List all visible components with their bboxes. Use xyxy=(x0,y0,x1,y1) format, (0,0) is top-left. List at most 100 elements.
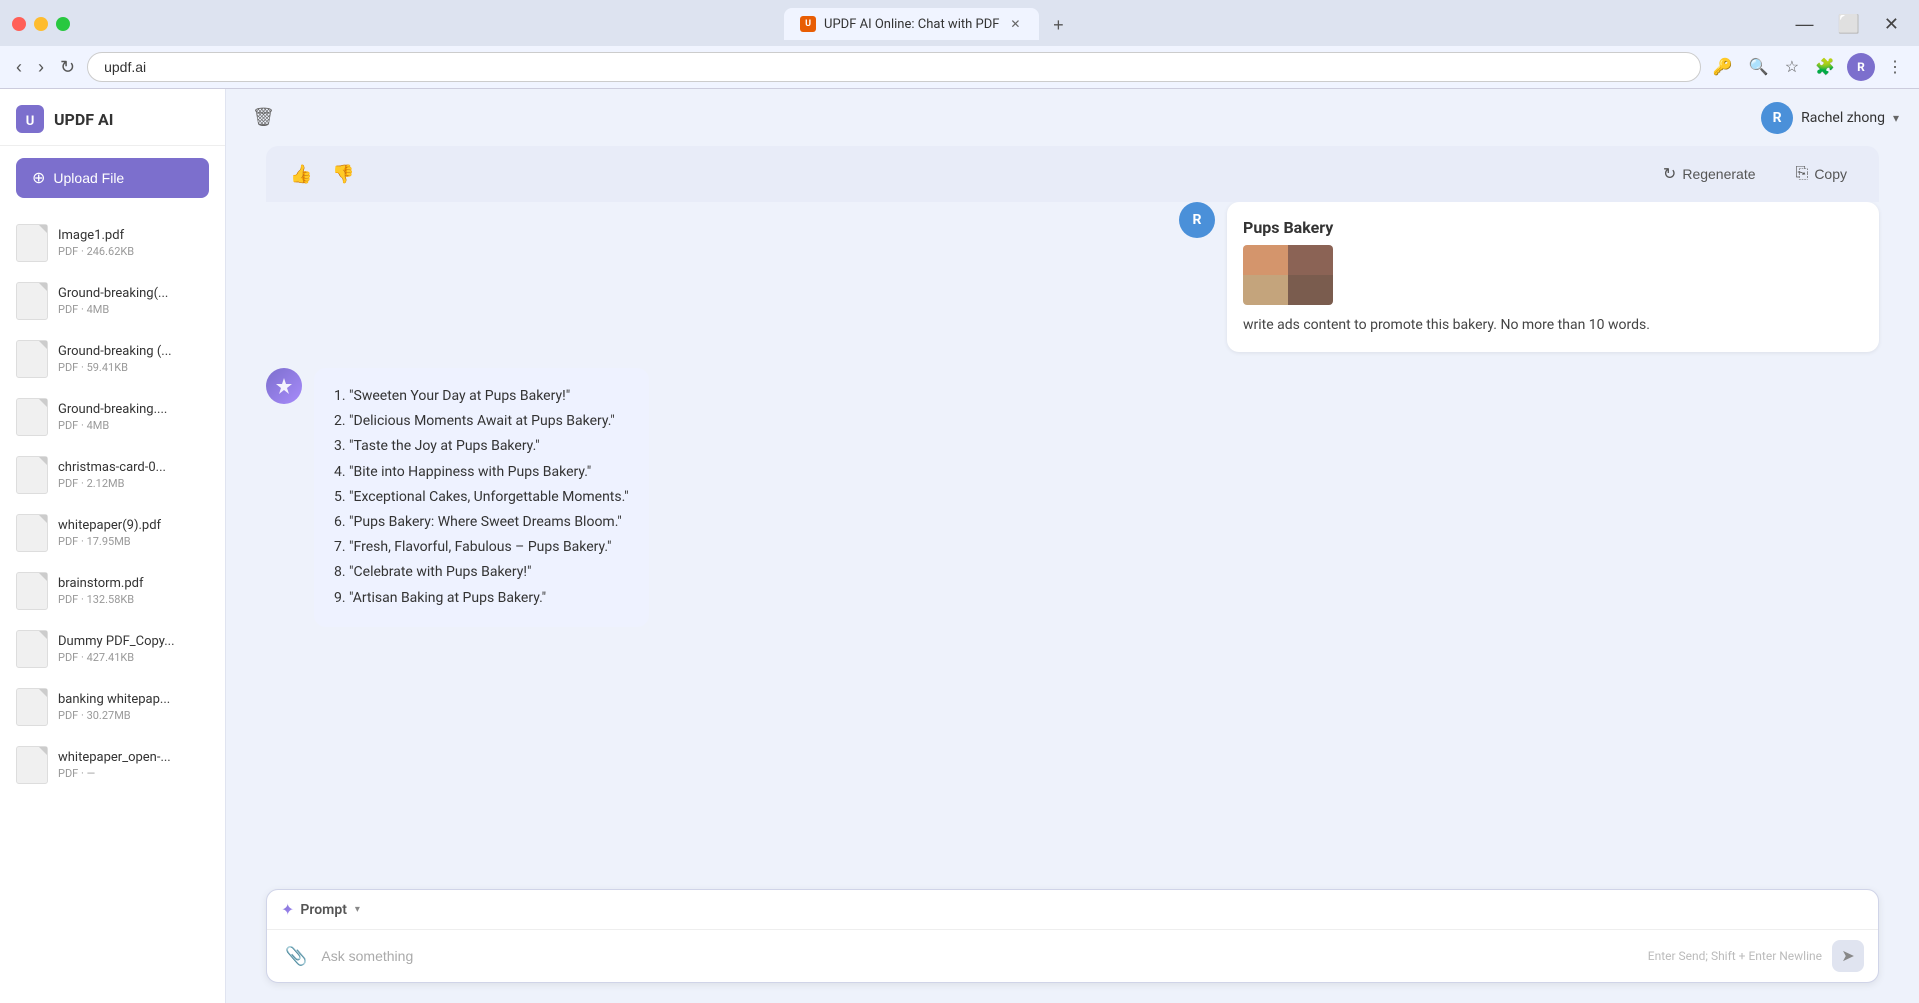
new-tab-button[interactable]: + xyxy=(1043,10,1073,40)
upload-plus-icon: ⊕ xyxy=(32,168,45,188)
tab-bar: U UPDF AI Online: Chat with PDF ✕ + xyxy=(784,8,1073,40)
close-button[interactable]: ✕ xyxy=(1876,10,1907,39)
tab-title: UPDF AI Online: Chat with PDF xyxy=(824,17,999,32)
window-controls: — ⬜ ✕ xyxy=(1787,10,1907,39)
file-item[interactable]: brainstorm.pdf PDF · 132.58KB xyxy=(0,562,225,620)
user-message-bubble: Pups Bakery write ads content to promote… xyxy=(1227,202,1879,352)
file-item[interactable]: Ground-breaking.... PDF · 4MB xyxy=(0,388,225,446)
bookmark-icon[interactable]: ☆ xyxy=(1781,53,1803,81)
file-size: PDF · 4MB xyxy=(58,419,209,432)
chat-area: R Pups Bakery write ads content to promo… xyxy=(226,202,1919,889)
tab-favicon: U xyxy=(800,16,816,32)
extensions-icon[interactable]: 🧩 xyxy=(1811,53,1839,81)
file-info: whitepaper_open-... PDF · — xyxy=(58,750,209,780)
file-info: banking whitepap... PDF · 30.27MB xyxy=(58,692,209,722)
user-info[interactable]: R Rachel zhong ▾ xyxy=(1761,102,1899,134)
bakery-img-1 xyxy=(1243,245,1288,275)
file-item[interactable]: Image1.pdf PDF · 246.62KB xyxy=(0,214,225,272)
back-button[interactable]: ‹ xyxy=(12,53,26,82)
main-content: 🗑 R Rachel zhong ▾ 👍 👎 ↻ Regenerate ⎘ C xyxy=(226,89,1919,1003)
file-item[interactable]: christmas-card-0... PDF · 2.12MB xyxy=(0,446,225,504)
file-name: banking whitepap... xyxy=(58,692,209,707)
like-button[interactable]: 👍 xyxy=(286,160,316,189)
forward-button[interactable]: › xyxy=(34,53,48,82)
file-info: Ground-breaking.... PDF · 4MB xyxy=(58,402,209,432)
file-size: PDF · 17.95MB xyxy=(58,535,209,548)
feedback-left: 👍 👎 xyxy=(286,160,359,189)
prompt-dropdown-icon[interactable]: ▾ xyxy=(355,904,360,915)
file-info: Dummy PDF_Copy... PDF · 427.41KB xyxy=(58,634,209,664)
file-size: PDF · 246.62KB xyxy=(58,245,209,258)
user-avatar: R xyxy=(1761,102,1793,134)
ai-list-item-8: 8. "Celebrate with Pups Bakery!" xyxy=(334,560,629,585)
file-item[interactable]: Ground-breaking (... PDF · 59.41KB xyxy=(0,330,225,388)
file-size: PDF · 2.12MB xyxy=(58,477,209,490)
bakery-img-3 xyxy=(1243,275,1288,305)
file-size: PDF · 59.41KB xyxy=(58,361,209,374)
file-size: PDF · 4MB xyxy=(58,303,209,316)
file-name: Dummy PDF_Copy... xyxy=(58,634,209,649)
bakery-name: Pups Bakery xyxy=(1243,218,1863,237)
file-name: Image1.pdf xyxy=(58,228,209,243)
regenerate-icon: ↻ xyxy=(1663,164,1676,184)
dislike-button[interactable]: 👎 xyxy=(328,160,358,189)
active-tab[interactable]: U UPDF AI Online: Chat with PDF ✕ xyxy=(784,8,1039,40)
file-icon xyxy=(16,630,48,668)
file-info: brainstorm.pdf PDF · 132.58KB xyxy=(58,576,209,606)
file-info: whitepaper(9).pdf PDF · 17.95MB xyxy=(58,518,209,548)
file-size: PDF · 30.27MB xyxy=(58,709,209,722)
copy-button[interactable]: ⎘ Copy xyxy=(1784,159,1860,189)
maximize-window-button[interactable] xyxy=(56,17,70,31)
file-size: PDF · 427.41KB xyxy=(58,651,209,664)
minimize-window-button[interactable] xyxy=(34,17,48,31)
menu-button[interactable]: ⋮ xyxy=(1883,53,1907,81)
ai-list-item-1: 1. "Sweeten Your Day at Pups Bakery!" xyxy=(334,384,629,409)
top-actions: 🗑 R Rachel zhong ▾ xyxy=(226,89,1919,146)
minimize-button[interactable]: — xyxy=(1787,10,1821,39)
file-item[interactable]: whitepaper_open-... PDF · — xyxy=(0,736,225,794)
file-item[interactable]: Dummy PDF_Copy... PDF · 427.41KB xyxy=(0,620,225,678)
file-info: Ground-breaking (... PDF · 59.41KB xyxy=(58,344,209,374)
input-hint: Enter Send; Shift + Enter Newline xyxy=(1648,949,1822,963)
feedback-right: ↻ Regenerate ⎘ Copy xyxy=(1651,158,1859,190)
file-size: PDF · — xyxy=(58,767,209,780)
reload-button[interactable]: ↻ xyxy=(56,53,79,82)
ai-list-item-6: 6. "Pups Bakery: Where Sweet Dreams Bloo… xyxy=(334,510,629,535)
message-input[interactable] xyxy=(321,948,1637,964)
ai-list-item-4: 4. "Bite into Happiness with Pups Bakery… xyxy=(334,460,629,485)
ai-list-item-7: 7. "Fresh, Flavorful, Fabulous – Pups Ba… xyxy=(334,535,629,560)
attach-button[interactable]: 📎 xyxy=(281,942,311,971)
file-name: brainstorm.pdf xyxy=(58,576,209,591)
file-icon xyxy=(16,746,48,784)
password-icon[interactable]: 🔑 xyxy=(1709,53,1737,81)
ai-list-item-9: 9. "Artisan Baking at Pups Bakery." xyxy=(334,586,629,611)
zoom-icon[interactable]: 🔍 xyxy=(1745,53,1773,81)
file-info: christmas-card-0... PDF · 2.12MB xyxy=(58,460,209,490)
url-input[interactable] xyxy=(87,52,1701,82)
trash-button[interactable]: 🗑 xyxy=(246,101,281,134)
tab-close-button[interactable]: ✕ xyxy=(1007,16,1023,32)
app-title: UPDF AI xyxy=(54,110,113,129)
file-icon xyxy=(16,340,48,378)
chevron-down-icon: ▾ xyxy=(1893,111,1899,125)
file-icon xyxy=(16,224,48,262)
restore-button[interactable]: ⬜ xyxy=(1829,10,1867,39)
upload-file-button[interactable]: ⊕ Upload File xyxy=(16,158,209,198)
prompt-label: Prompt xyxy=(300,902,347,918)
app-container: U UPDF AI ⊕ Upload File Image1.pdf PDF ·… xyxy=(0,89,1919,1003)
ai-list-item-5: 5. "Exceptional Cakes, Unforgettable Mom… xyxy=(334,485,629,510)
bakery-img-4 xyxy=(1288,275,1333,305)
regenerate-button[interactable]: ↻ Regenerate xyxy=(1651,158,1768,190)
file-item[interactable]: banking whitepap... PDF · 30.27MB xyxy=(0,678,225,736)
file-item[interactable]: whitepaper(9).pdf PDF · 17.95MB xyxy=(0,504,225,562)
input-row: 📎 Enter Send; Shift + Enter Newline ➤ xyxy=(267,930,1878,982)
close-window-button[interactable] xyxy=(12,17,26,31)
browser-user-avatar[interactable]: R xyxy=(1847,53,1875,81)
sidebar: U UPDF AI ⊕ Upload File Image1.pdf PDF ·… xyxy=(0,89,226,1003)
sidebar-header: U UPDF AI xyxy=(0,89,225,146)
send-button[interactable]: ➤ xyxy=(1832,940,1864,972)
file-info: Ground-breaking(... PDF · 4MB xyxy=(58,286,209,316)
file-item[interactable]: Ground-breaking(... PDF · 4MB xyxy=(0,272,225,330)
updf-logo-icon: U xyxy=(16,105,44,133)
user-message-text: write ads content to promote this bakery… xyxy=(1243,315,1863,336)
